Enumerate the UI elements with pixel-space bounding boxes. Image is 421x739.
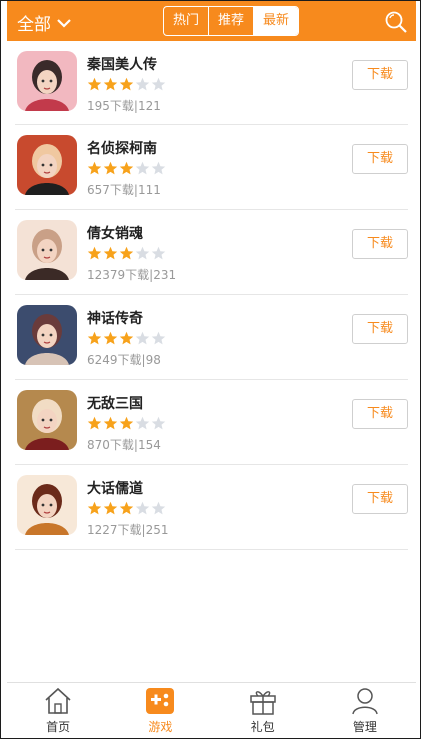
- star-icon: [119, 246, 134, 260]
- star-icon: [135, 416, 150, 430]
- top-bar: 全部 热门 推荐 最新: [7, 1, 416, 41]
- star-icon: [103, 501, 118, 515]
- nav-home-label: 首页: [46, 720, 71, 734]
- star-icon: [135, 161, 150, 175]
- star-icon: [103, 331, 118, 345]
- game-artwork-icon: [17, 475, 77, 535]
- star-icon: [87, 246, 102, 260]
- download-button[interactable]: 下载: [352, 399, 408, 429]
- game-title[interactable]: 无敌三国: [87, 393, 143, 413]
- game-list: 秦国美人传 195下载|121 下载 名侦探柯南 657下载|111 下载 倩女…: [7, 41, 416, 550]
- game-icon[interactable]: [17, 390, 77, 450]
- download-button[interactable]: 下载: [352, 60, 408, 90]
- download-button[interactable]: 下载: [352, 144, 408, 174]
- nav-games[interactable]: 游戏: [109, 683, 211, 738]
- nav-manage-label: 管理: [352, 720, 377, 734]
- game-list-item[interactable]: 大话儒道 1227下载|251 下载: [15, 465, 408, 550]
- game-artwork-icon: [17, 220, 77, 280]
- star-icon: [151, 331, 166, 345]
- home-icon: [45, 687, 71, 714]
- rating-stars: [87, 416, 167, 431]
- star-icon: [151, 501, 166, 515]
- game-icon[interactable]: [17, 475, 77, 535]
- game-artwork-icon: [17, 135, 77, 195]
- star-icon: [135, 77, 150, 91]
- category-filter-dropdown[interactable]: 全部: [17, 10, 71, 35]
- game-title[interactable]: 倩女销魂: [87, 223, 143, 243]
- star-icon: [151, 246, 166, 260]
- game-list-item[interactable]: 神话传奇 6249下载|98 下载: [15, 295, 408, 380]
- gamepad-icon: [146, 688, 175, 714]
- game-title[interactable]: 名侦探柯南: [87, 138, 157, 158]
- gift-icon: [249, 691, 276, 715]
- download-button[interactable]: 下载: [352, 314, 408, 344]
- star-icon: [87, 77, 102, 91]
- star-icon: [103, 77, 118, 91]
- star-icon: [119, 161, 134, 175]
- game-title[interactable]: 神话传奇: [87, 308, 143, 328]
- star-icon: [87, 331, 102, 345]
- tab-recommended[interactable]: 推荐: [208, 7, 253, 35]
- star-icon: [135, 331, 150, 345]
- rating-stars: [87, 501, 167, 516]
- rating-stars: [87, 246, 167, 261]
- star-icon: [151, 161, 166, 175]
- game-artwork-icon: [17, 390, 77, 450]
- star-icon: [103, 246, 118, 260]
- sort-tabs: 热门 推荐 最新: [163, 6, 299, 36]
- game-title[interactable]: 大话儒道: [87, 478, 143, 498]
- game-list-item[interactable]: 名侦探柯南 657下载|111 下载: [15, 125, 408, 210]
- game-list-item[interactable]: 无敌三国 870下载|154 下载: [15, 380, 408, 465]
- nav-home[interactable]: 首页: [7, 683, 109, 738]
- nav-games-label: 游戏: [148, 720, 173, 734]
- download-stats: 12379下载|231: [87, 268, 177, 282]
- download-stats: 6249下载|98: [87, 353, 161, 367]
- tab-newest[interactable]: 最新: [253, 7, 298, 35]
- star-icon: [135, 246, 150, 260]
- game-artwork-icon: [17, 51, 77, 111]
- game-icon[interactable]: [17, 305, 77, 365]
- nav-manage[interactable]: 管理: [314, 683, 416, 738]
- game-icon[interactable]: [17, 51, 77, 111]
- star-icon: [103, 416, 118, 430]
- star-icon: [119, 77, 134, 91]
- download-stats: 870下载|154: [87, 438, 161, 452]
- filter-label: 全部: [17, 15, 51, 35]
- download-stats: 657下载|111: [87, 183, 161, 197]
- search-icon[interactable]: [384, 10, 408, 34]
- nav-gifts[interactable]: 礼包: [212, 683, 314, 738]
- game-icon[interactable]: [17, 135, 77, 195]
- rating-stars: [87, 77, 167, 92]
- star-icon: [151, 77, 166, 91]
- star-icon: [119, 331, 134, 345]
- chevron-down-icon: [57, 18, 71, 28]
- download-stats: 195下载|121: [87, 99, 161, 113]
- game-list-item[interactable]: 秦国美人传 195下载|121 下载: [15, 41, 408, 125]
- star-icon: [119, 501, 134, 515]
- download-button[interactable]: 下载: [352, 229, 408, 259]
- game-title[interactable]: 秦国美人传: [87, 54, 157, 74]
- rating-stars: [87, 331, 167, 346]
- game-artwork-icon: [17, 305, 77, 365]
- download-button[interactable]: 下载: [352, 484, 408, 514]
- user-icon: [352, 688, 378, 715]
- star-icon: [87, 416, 102, 430]
- download-stats: 1227下载|251: [87, 523, 169, 537]
- star-icon: [87, 501, 102, 515]
- tab-hot[interactable]: 热门: [164, 7, 208, 35]
- game-list-item[interactable]: 倩女销魂 12379下载|231 下载: [15, 210, 408, 295]
- star-icon: [119, 416, 134, 430]
- nav-gifts-label: 礼包: [250, 720, 275, 734]
- star-icon: [151, 416, 166, 430]
- rating-stars: [87, 161, 167, 176]
- star-icon: [135, 501, 150, 515]
- star-icon: [87, 161, 102, 175]
- bottom-nav: 首页 游戏 礼包 管理: [7, 682, 416, 738]
- star-icon: [103, 161, 118, 175]
- game-icon[interactable]: [17, 220, 77, 280]
